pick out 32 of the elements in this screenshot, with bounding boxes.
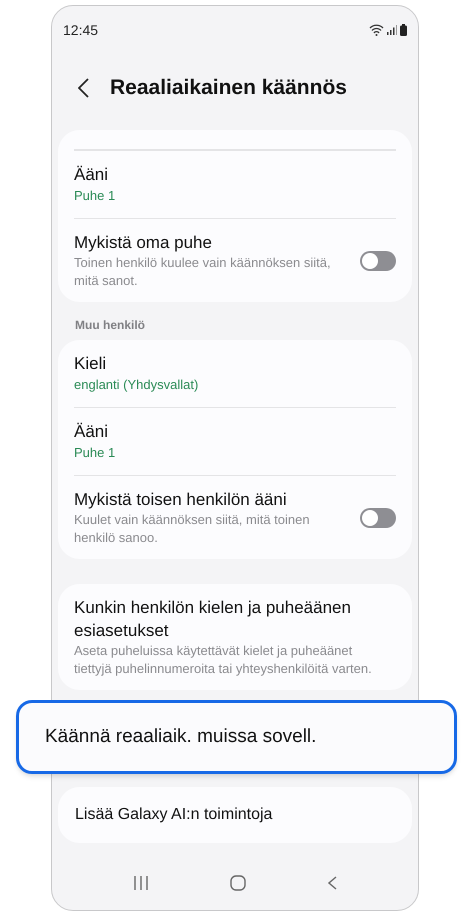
item-value: Puhe 1 [74,444,116,462]
toggle-switch[interactable] [360,250,396,270]
section-header: Muu henkilö [74,317,146,334]
settings-item[interactable]: Mykistä oma puhe Toinen henkilö kuulee vain käännöksen siitä, mitä sanot. [74,219,360,302]
back-nav-icon[interactable] [328,876,338,890]
signal-icon [387,25,397,35]
item-title: Ääni [74,164,110,186]
home-icon[interactable] [230,875,246,891]
status-time: 12:45 [63,20,98,40]
item-description: Aseta puheluissa käytettävät kielet ja puheäänet tiettyjä puhelinnumeroita tai yhteyshenkilöitä varten. [74,642,373,678]
highlighted-item[interactable]: Käännä reaaliaik. muissa sovell. [16,700,457,774]
recent-apps-icon[interactable] [132,876,149,890]
settings-item[interactable]: Ääni Puhe 1 [74,151,396,218]
item-description: Kuulet vain käännöksen siitä, mitä toinen henkilö sanoo. [74,511,311,547]
settings-item[interactable]: Mykistä toisen henkilön ääni Kuulet vain käännöksen siitä, mitä toinen henkilö sanoo. [74,476,360,559]
settings-item[interactable]: Kunkin henkilön kielen ja puheäänen esiasetukset Aseta puheluissa käytettävät kielet ja puheäänet tiettyjä puhelinnumeroita tai yhteyshenkilöitä varten. [74,584,396,690]
item-title: Ääni [74,421,110,443]
item-value: englanti (Yhdysvallat) [74,376,200,394]
settings-item[interactable]: Lisää Galaxy AI:n toimintoja [75,803,272,827]
page-title: Reaaliaikainen käännös [110,74,347,101]
item-title: Kunkin henkilön kielen ja puheäänen esiasetukset [74,597,352,642]
settings-item[interactable]: Kieli englanti (Yhdysvallat) [74,340,396,407]
battery-icon [400,24,407,36]
item-title: Mykistä toisen henkilön ääni [74,489,288,511]
item-title: Mykistä oma puhe [74,232,213,254]
wifi-icon [369,24,384,36]
toggle-switch[interactable] [360,508,396,528]
back-icon [78,78,88,98]
item-title: Kieli [74,353,108,375]
item-description: Toinen henkilö kuulee vain käännöksen siitä, mitä sanot. [74,254,332,290]
settings-item[interactable]: Ääni Puhe 1 [74,408,396,475]
item-value: Puhe 1 [74,187,116,205]
